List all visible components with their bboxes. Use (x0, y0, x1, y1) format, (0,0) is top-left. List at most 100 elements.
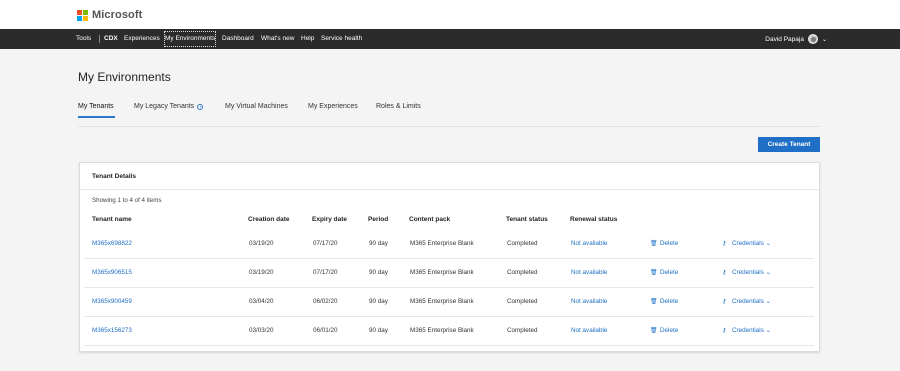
nav-tools[interactable]: Tools (76, 29, 91, 49)
expiry-date: 06/02/20 (313, 298, 338, 305)
table-row: M365x156273 03/03/20 06/01/20 90 day M36… (84, 316, 814, 345)
credentials-label: Credentials (732, 327, 764, 334)
trash-icon: 🗑 (650, 328, 658, 334)
tenant-details-card: Tenant Details Showing 1 to 4 of 4 items… (79, 162, 820, 352)
microsoft-logo-icon (77, 9, 88, 21)
column-header-creation-date: Creation date (248, 216, 290, 223)
table-row: M365x900459 03/04/20 06/02/20 90 day M36… (84, 287, 814, 316)
credentials-label: Credentials (732, 298, 764, 305)
delete-button[interactable]: 🗑 Delete (650, 316, 678, 345)
page-title: My Environments (78, 70, 171, 84)
expiry-date: 06/01/20 (313, 327, 338, 334)
period: 90 day (369, 269, 388, 276)
microsoft-logo[interactable]: Microsoft (77, 9, 142, 21)
column-header-tenant-status: Tenant status (506, 216, 548, 223)
create-tenant-button[interactable]: Create Tenant (758, 137, 820, 152)
tab-my-tenants[interactable]: My Tenants (78, 103, 114, 110)
creation-date: 03/19/20 (249, 240, 274, 247)
chevron-down-icon: ⌄ (821, 36, 827, 43)
renewal-status-link[interactable]: Not available (571, 316, 607, 345)
tab-my-experiences[interactable]: My Experiences (308, 103, 358, 110)
info-icon[interactable]: i (197, 104, 204, 110)
expiry-date: 07/17/20 (313, 269, 338, 276)
tenant-status: Completed (507, 327, 538, 334)
credentials-dropdown[interactable]: ⚷ Credentials ⌄ (722, 229, 771, 258)
delete-label: Delete (660, 240, 679, 247)
creation-date: 03/19/20 (249, 269, 274, 276)
nav-help[interactable]: Help (301, 29, 314, 49)
nav-dashboard[interactable]: Dashboard (222, 29, 254, 49)
tab-roles-limits[interactable]: Roles & Limits (376, 103, 421, 110)
tenant-name-link[interactable]: M365x900459 (92, 287, 132, 316)
tenant-status: Completed (507, 298, 538, 305)
credentials-dropdown[interactable]: ⚷ Credentials ⌄ (722, 258, 771, 287)
user-name: David Papaja (765, 35, 804, 43)
tabs-divider (78, 126, 820, 127)
table-row: M365x698822 03/19/20 07/17/20 90 day M36… (84, 229, 814, 258)
delete-label: Delete (660, 269, 679, 276)
nav-bar: Tools CDX Experiences My Environments Da… (0, 29, 900, 49)
active-tab-indicator (78, 116, 115, 118)
card-title: Tenant Details (92, 173, 136, 180)
content-pack: M365 Enterprise Blank (410, 269, 474, 276)
key-icon: ⚷ (722, 270, 727, 276)
chevron-down-icon: ⌄ (765, 240, 771, 247)
renewal-status-link[interactable]: Not available (571, 229, 607, 258)
nav-service-health[interactable]: Service health (321, 29, 362, 49)
tab-my-legacy-tenants[interactable]: My Legacy Tenants i (134, 103, 204, 110)
brand-name: Microsoft (92, 9, 143, 21)
period: 90 day (369, 298, 388, 305)
top-header: Microsoft (0, 0, 900, 29)
avatar (807, 34, 818, 44)
column-header-period: Period (368, 216, 389, 223)
tenant-name-link[interactable]: M365x156273 (92, 316, 132, 345)
chevron-down-icon: ⌄ (765, 327, 771, 334)
expiry-date: 07/17/20 (313, 240, 338, 247)
delete-label: Delete (660, 327, 679, 334)
tenant-name-link[interactable]: M365x698822 (92, 229, 132, 258)
credentials-dropdown[interactable]: ⚷ Credentials ⌄ (722, 316, 771, 345)
credentials-dropdown[interactable]: ⚷ Credentials ⌄ (722, 287, 771, 316)
credentials-label: Credentials (732, 269, 764, 276)
nav-my-environments[interactable]: My Environments (162, 29, 218, 49)
renewal-status-link[interactable]: Not available (571, 258, 607, 287)
tenant-status: Completed (507, 269, 538, 276)
table-row: M365x906515 03/19/20 07/17/20 90 day M36… (84, 258, 814, 287)
content-pack: M365 Enterprise Blank (410, 298, 474, 305)
chevron-down-icon: ⌄ (765, 269, 771, 276)
tab-my-virtual-machines[interactable]: My Virtual Machines (225, 103, 288, 110)
trash-icon: 🗑 (650, 241, 658, 247)
key-icon: ⚷ (722, 328, 727, 334)
delete-button[interactable]: 🗑 Delete (650, 287, 678, 316)
content-pack: M365 Enterprise Blank (410, 240, 474, 247)
tenant-status: Completed (507, 240, 538, 247)
column-header-renewal-status: Renewal status (570, 216, 618, 223)
content-pack: M365 Enterprise Blank (410, 327, 474, 334)
column-header-tenant-name: Tenant name (92, 216, 132, 223)
renewal-status-link[interactable]: Not available (571, 287, 607, 316)
tab-label: My Legacy Tenants (134, 103, 195, 110)
items-count: Showing 1 to 4 of 4 items (92, 197, 162, 204)
card-divider (80, 189, 819, 190)
nav-cdx[interactable]: CDX (104, 29, 118, 49)
chevron-down-icon: ⌄ (765, 298, 771, 305)
delete-button[interactable]: 🗑 Delete (650, 258, 678, 287)
tenant-name-link[interactable]: M365x906515 (92, 258, 132, 287)
creation-date: 03/03/20 (249, 327, 274, 334)
key-icon: ⚷ (722, 299, 727, 305)
trash-icon: 🗑 (650, 270, 658, 276)
key-icon: ⚷ (722, 241, 727, 247)
row-divider (84, 345, 814, 346)
nav-separator (99, 35, 100, 43)
user-menu[interactable]: David Papaja ⌄ (765, 29, 827, 49)
nav-whats-new[interactable]: What's new (261, 29, 294, 49)
period: 90 day (369, 327, 388, 334)
column-header-expiry-date: Expiry date (312, 216, 348, 223)
column-header-content-pack: Content pack (409, 216, 451, 223)
nav-experiences[interactable]: Experiences (124, 29, 160, 49)
credentials-label: Credentials (732, 240, 764, 247)
period: 90 day (369, 240, 388, 247)
trash-icon: 🗑 (650, 299, 658, 305)
delete-label: Delete (660, 298, 679, 305)
delete-button[interactable]: 🗑 Delete (650, 229, 678, 258)
